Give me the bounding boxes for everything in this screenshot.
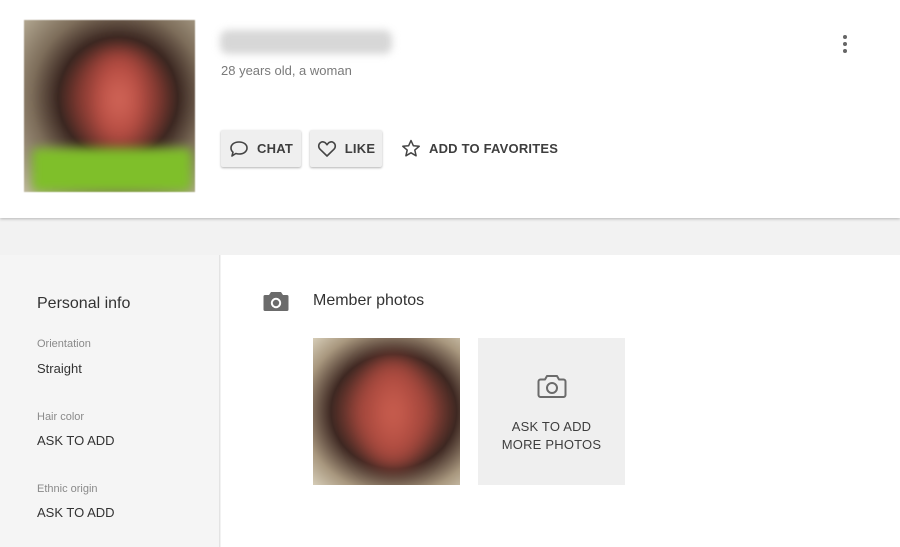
ask-to-add-photos-label: ASK TO ADD MORE PHOTOS (501, 419, 602, 452)
hair-color-ask-to-add[interactable]: ASK TO ADD (37, 433, 115, 448)
profile-avatar[interactable] (24, 20, 195, 192)
profile-header-card: 28 years old, a woman CHAT LIKE ADD TO F… (0, 0, 900, 218)
camera-outline-icon (537, 373, 567, 404)
personal-info-title: Personal info (37, 295, 131, 312)
ask-to-add-photos-button[interactable]: ASK TO ADD MORE PHOTOS (478, 338, 625, 485)
personal-info-sidebar: Personal info Orientation Straight Hair … (0, 255, 220, 547)
add-to-favorites-button[interactable]: ADD TO FAVORITES (401, 130, 558, 167)
ethnic-origin-label: Ethnic origin (37, 483, 98, 495)
chat-bubble-icon (229, 140, 249, 158)
photo-face-blur (358, 358, 428, 468)
member-photo-thumbnail[interactable] (313, 338, 460, 485)
orientation-label: Orientation (37, 338, 91, 350)
heart-icon (317, 140, 337, 158)
hair-color-label: Hair color (37, 411, 85, 423)
member-photos-title: Member photos (313, 292, 425, 309)
chat-button[interactable]: CHAT (221, 130, 301, 167)
favorites-label: ADD TO FAVORITES (429, 141, 559, 156)
like-button-label: LIKE (344, 141, 376, 156)
more-vertical-icon[interactable] (836, 33, 854, 55)
avatar-face-blur (79, 50, 159, 160)
orientation-value: Straight (37, 361, 82, 376)
ethnic-origin-ask-to-add[interactable]: ASK TO ADD (37, 505, 115, 520)
profile-name-blurred (220, 30, 392, 54)
star-icon (401, 139, 421, 158)
like-button[interactable]: LIKE (310, 130, 382, 167)
member-photos-section: Member photos ASK TO ADD MORE PHOTOS (221, 255, 900, 547)
camera-icon (263, 290, 289, 314)
avatar-online-banner (32, 148, 192, 192)
chat-button-label: CHAT (257, 141, 293, 156)
profile-subtitle: 28 years old, a woman (221, 63, 352, 78)
